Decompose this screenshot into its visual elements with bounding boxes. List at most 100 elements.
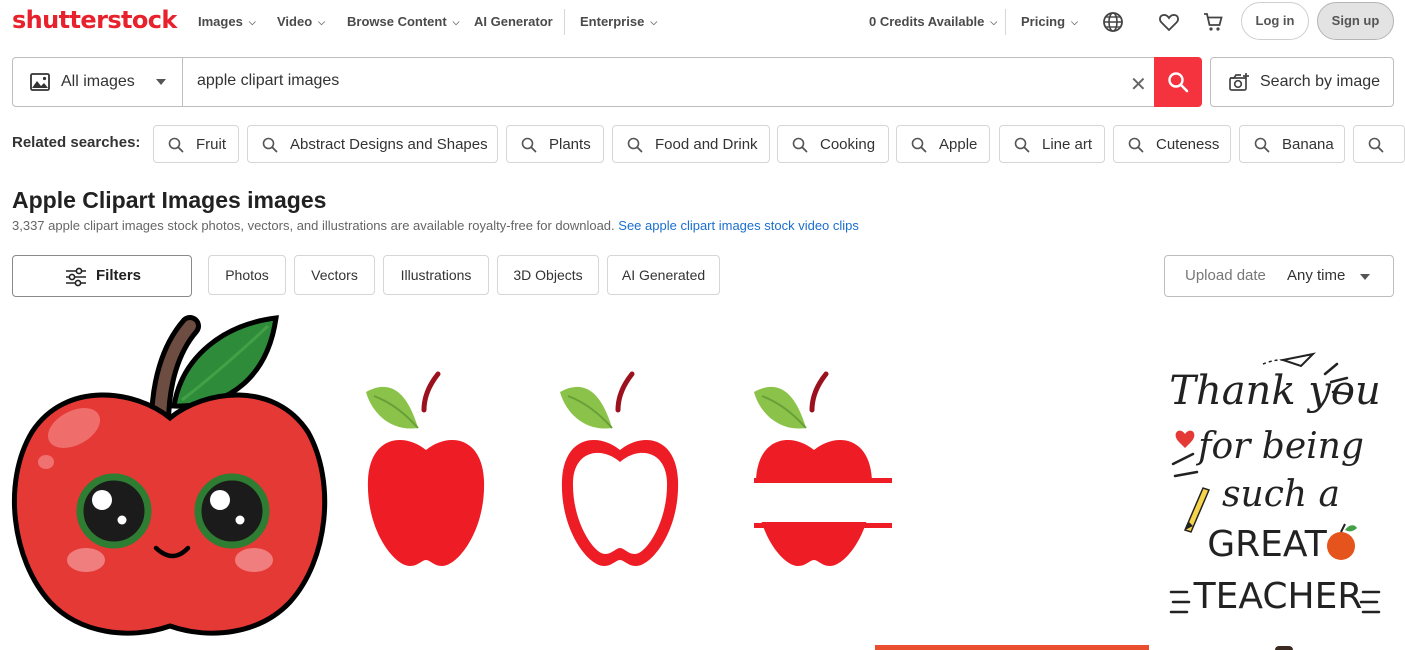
nav-video-label: Video	[277, 14, 313, 29]
nav-enterprise-label: Enterprise	[580, 14, 645, 29]
login-button[interactable]: Log in	[1241, 2, 1309, 40]
search-icon	[1168, 72, 1189, 93]
credits-label: 0 Credits Available	[869, 14, 985, 29]
nav-ai-label: AI Generator	[474, 14, 553, 29]
search-icon	[521, 137, 537, 153]
sliders-icon	[66, 267, 86, 287]
related-search-label: Line art	[1042, 136, 1093, 153]
caret-down-icon	[156, 79, 166, 85]
shutterstock-logo[interactable]: shutterstock	[12, 6, 177, 34]
related-search-label: Banana	[1282, 136, 1334, 153]
lettering-line-3: such a	[1222, 474, 1340, 515]
search-input[interactable]	[197, 72, 1097, 90]
related-search-label: Fruit	[196, 136, 226, 153]
page-title: Apple Clipart Images images	[12, 187, 327, 213]
filter-illustrations[interactable]: Illustrations	[383, 255, 489, 295]
related-search-label: Cooking	[820, 136, 876, 153]
video-clips-link[interactable]: See apple clipart images stock video cli…	[618, 218, 859, 233]
search-icon	[262, 137, 278, 153]
search-bar: All images ✕	[12, 57, 1202, 107]
chevron-down-icon: ⌵	[650, 17, 658, 27]
chevron-down-icon: ⌵	[1071, 17, 1078, 27]
related-search-chip[interactable]: Line art	[999, 125, 1105, 163]
chevron-down-icon: ⌵	[452, 17, 460, 27]
nav-ai-generator[interactable]: AI Generator	[474, 14, 553, 29]
related-search-chip[interactable]: Cuteness	[1113, 125, 1231, 163]
related-search-label: Plants	[549, 136, 591, 153]
result-image-cute-apple[interactable]	[10, 314, 330, 650]
media-type-select[interactable]: All images	[13, 58, 183, 106]
related-search-chip[interactable]: Cooking	[777, 125, 889, 163]
result-image-next-row-2[interactable]	[1275, 646, 1293, 650]
nav-images[interactable]: Images ⌵	[198, 14, 256, 29]
chevron-down-icon: ⌵	[248, 17, 256, 27]
filter-photos[interactable]: Photos	[208, 255, 286, 295]
search-by-image-label: Search by image	[1260, 73, 1381, 90]
search-icon	[1254, 137, 1270, 153]
nav-images-label: Images	[198, 14, 243, 29]
upload-date-value: Any time	[1287, 267, 1346, 284]
result-image-next-row[interactable]	[875, 645, 1149, 650]
search-icon	[1368, 137, 1384, 153]
search-icon	[792, 137, 808, 153]
search-icon	[627, 137, 643, 153]
related-search-chip[interactable]: Food and Drink	[612, 125, 770, 163]
lettering-line-4: GREAT	[1207, 524, 1327, 565]
globe-icon[interactable]	[1102, 11, 1124, 33]
related-search-label: Food and Drink	[655, 136, 758, 153]
result-image-apple-silhouettes[interactable]	[346, 340, 926, 580]
search-icon	[911, 137, 927, 153]
related-search-label: Apple	[939, 136, 978, 153]
results-subtitle: 3,337 apple clipart images stock photos,…	[12, 218, 859, 233]
related-search-chip[interactable]: Apple	[896, 125, 990, 163]
lettering-line-2: for being	[1195, 426, 1364, 467]
search-button[interactable]	[1154, 57, 1202, 107]
apple-outline	[560, 371, 679, 566]
image-icon	[30, 73, 50, 91]
related-search-chip[interactable]: Fruit	[153, 125, 239, 163]
related-searches-label: Related searches:	[12, 134, 141, 151]
top-nav: shutterstock Images ⌵ Video ⌵ Browse Conte…	[0, 0, 1405, 44]
filter-vectors[interactable]: Vectors	[294, 255, 375, 295]
filters-label: Filters	[96, 267, 142, 284]
caret-down-icon	[1360, 274, 1370, 280]
media-type-label: All images	[61, 73, 135, 90]
chevron-down-icon: ⌵	[990, 17, 998, 27]
apple-split-monogram	[744, 371, 892, 566]
nav-video[interactable]: Video ⌵	[277, 14, 325, 29]
search-by-image-button[interactable]: Search by image	[1210, 57, 1394, 107]
camera-icon	[1229, 73, 1249, 91]
related-search-chip[interactable]: Plants	[506, 125, 604, 163]
search-icon	[1128, 137, 1144, 153]
results-count-text: 3,337 apple clipart images stock photos,…	[12, 218, 615, 233]
chevron-down-icon: ⌵	[318, 17, 325, 27]
nav-divider	[564, 9, 565, 35]
filter-3d-objects[interactable]: 3D Objects	[497, 255, 599, 295]
related-search-label: Abstract Designs and Shapes	[290, 136, 488, 153]
nav-browse-content[interactable]: Browse Content ⌵	[347, 14, 460, 29]
nav-browse-label: Browse Content	[347, 14, 447, 29]
apple-solid	[366, 371, 485, 566]
upload-date-label: Upload date	[1185, 267, 1266, 284]
heart-icon[interactable]	[1158, 11, 1180, 33]
signup-button[interactable]: Sign up	[1317, 2, 1394, 40]
result-image-teacher-lettering[interactable]: Thank you for being such a GREAT TEACHER	[1163, 346, 1393, 636]
search-icon	[168, 137, 184, 153]
filters-button[interactable]: Filters	[12, 255, 192, 297]
pricing-label: Pricing	[1021, 14, 1066, 29]
filter-ai-generated[interactable]: AI Generated	[607, 255, 720, 295]
related-search-chip[interactable]: Banana	[1239, 125, 1345, 163]
cart-icon[interactable]	[1202, 11, 1224, 33]
search-icon	[1014, 137, 1030, 153]
upload-date-select[interactable]: Upload date Any time	[1164, 255, 1394, 297]
nav-enterprise[interactable]: Enterprise ⌵	[580, 14, 657, 29]
related-search-label: Cuteness	[1156, 136, 1220, 153]
lettering-line-1: Thank you	[1169, 368, 1380, 414]
lettering-line-5: TEACHER	[1193, 576, 1363, 617]
related-search-chip[interactable]	[1353, 125, 1405, 163]
clear-icon[interactable]: ✕	[1130, 72, 1147, 97]
pricing-menu[interactable]: Pricing ⌵	[1021, 14, 1078, 29]
credits-menu[interactable]: 0 Credits Available ⌵	[869, 14, 997, 29]
related-search-chip[interactable]: Abstract Designs and Shapes	[247, 125, 498, 163]
nav-divider	[1005, 9, 1006, 35]
